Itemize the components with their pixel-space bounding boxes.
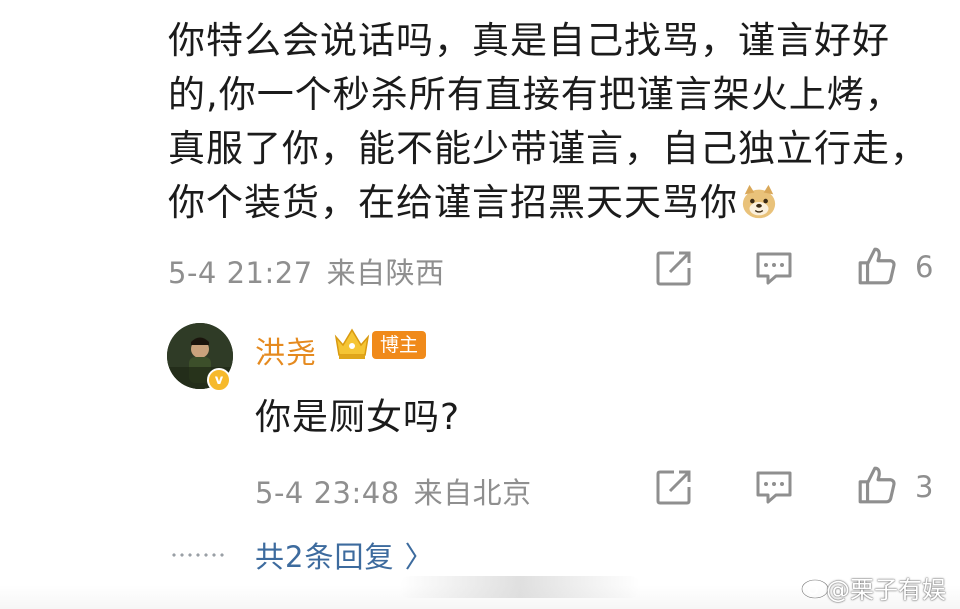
share-icon[interactable] (654, 467, 694, 507)
comment-location: 来自陕西 (326, 256, 445, 290)
comment-line: 的,你一个秒杀所有直接有把谨言架火上烤， (168, 73, 903, 116)
reply-username[interactable]: 洪尧 (255, 328, 317, 372)
comment-line: 你个装货，在给谨言招黑天天骂你 (168, 176, 938, 230)
comment-line: 你特么会说话吗，真是自己找骂，谨言好好 (168, 19, 890, 62)
comment-icon[interactable] (754, 248, 794, 288)
comment-like-count: 6 (915, 250, 934, 284)
comment-line-text: 你个装货，在给谨言招黑天天骂你 (168, 181, 738, 224)
comment-meta: 5-4 21:27 来自陕西 (168, 250, 445, 292)
comment-icon[interactable] (754, 467, 794, 507)
crown-icon (334, 328, 370, 359)
reply-location: 来自北京 (413, 476, 532, 510)
reply-meta: 5-4 23:48 来自北京 (255, 470, 532, 512)
comment-text: 你特么会说话吗，真是自己找骂，谨言好好 的,你一个秒杀所有直接有把谨言架火上烤，… (168, 14, 938, 230)
watermark: @栗子有娱 (826, 576, 946, 604)
like-icon[interactable] (856, 464, 898, 506)
verified-badge-icon: v (207, 368, 231, 392)
reply-time: 5-4 23:48 (255, 476, 400, 510)
reply-like-count: 3 (915, 470, 934, 504)
host-badge: 博主 (372, 331, 427, 359)
reply-text: 你是厕女吗? (255, 397, 461, 438)
comment-line: 真服了你，能不能少带谨言，自己独立行走， (168, 127, 928, 170)
share-icon[interactable] (654, 248, 694, 288)
like-icon[interactable] (856, 245, 898, 287)
doge-emoji (742, 184, 776, 219)
comment-time: 5-4 21:27 (168, 256, 313, 290)
more-replies-link[interactable]: 共2条回复 〉 (255, 534, 435, 576)
dots-divider (170, 552, 226, 558)
blurred-area (400, 576, 640, 598)
